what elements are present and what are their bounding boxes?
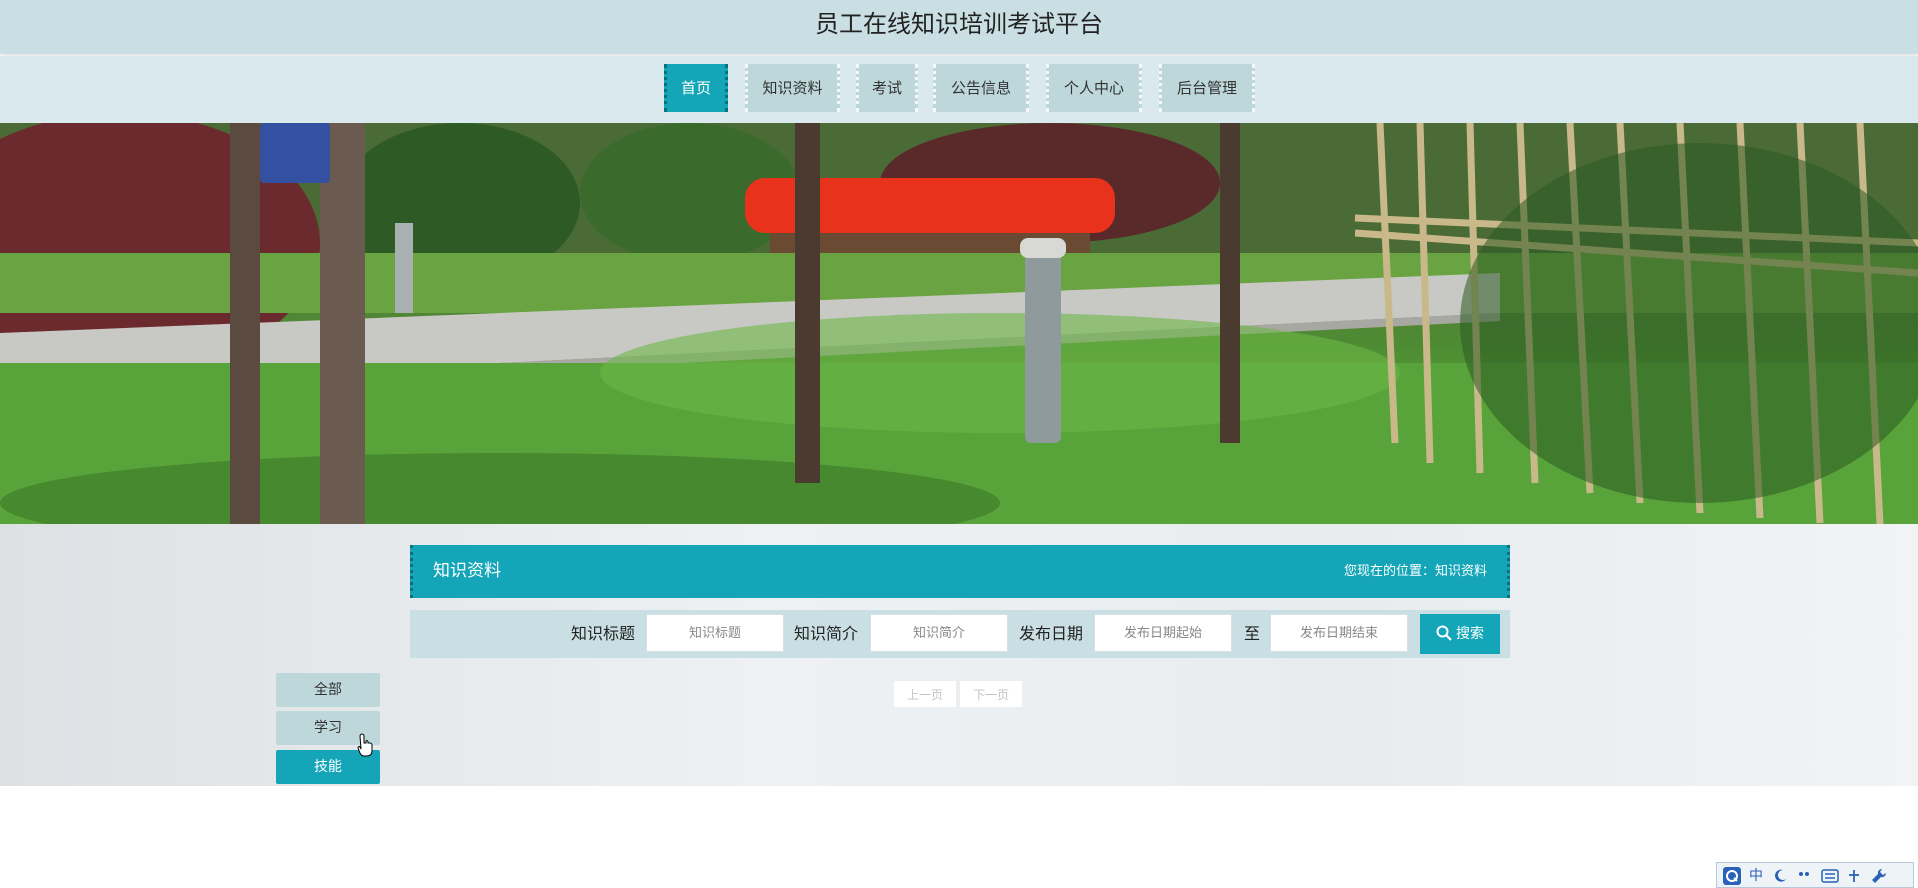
search-bar: 知识标题 知识简介 发布日期 至 搜索 (410, 610, 1510, 658)
search-button[interactable]: 搜索 (1420, 614, 1500, 654)
ime-mode-label: 中 (1749, 868, 1763, 884)
pagination: 上一页 下一页 (893, 680, 1025, 708)
title-label: 知识标题 (571, 624, 636, 643)
to-label: 至 (1244, 624, 1261, 643)
date-end-input[interactable] (1270, 614, 1408, 652)
nav-item-admin[interactable]: 后台管理 (1159, 64, 1255, 112)
intro-label: 知识简介 (794, 624, 859, 643)
section-title: 知识资料 (433, 561, 501, 581)
nav-item-knowledge[interactable]: 知识资料 (745, 64, 840, 112)
hand-cursor-icon (357, 733, 373, 757)
date-start-input[interactable] (1094, 614, 1232, 652)
moon-icon (1775, 869, 1786, 882)
section-header: 知识资料 您现在的位置：知识资料 (410, 545, 1510, 598)
next-page-button[interactable]: 下一页 (959, 680, 1023, 708)
keyboard-icon (1821, 869, 1839, 883)
park-scene-illustration (0, 123, 1918, 524)
punctuation-icon (1799, 872, 1809, 876)
intro-input[interactable] (870, 614, 1008, 652)
search-icon (1436, 625, 1452, 641)
breadcrumb-current[interactable]: 知识资料 (1435, 564, 1487, 579)
wrench-icon (1872, 868, 1887, 883)
ime-logo-icon (1723, 867, 1741, 885)
breadcrumb-prefix: 您现在的位置： (1343, 564, 1435, 579)
site-title: 员工在线知识培训考试平台 (815, 10, 1103, 38)
nav-item-profile[interactable]: 个人中心 (1046, 64, 1142, 112)
fullwidth-icon (1849, 870, 1859, 882)
ime-toolbar[interactable]: 中 (1716, 862, 1914, 888)
nav-item-notices[interactable]: 公告信息 (933, 64, 1029, 112)
search-button-label: 搜索 (1456, 626, 1484, 642)
title-input[interactable] (646, 614, 784, 652)
prev-page-button[interactable]: 上一页 (893, 680, 957, 708)
nav-item-home[interactable]: 首页 (664, 64, 728, 112)
site-header: 员工在线知识培训考试平台 (0, 0, 1918, 54)
banner-image (0, 123, 1918, 524)
main-nav: 首页 知识资料 考试 公告信息 个人中心 后台管理 (0, 56, 1918, 123)
nav-item-exam[interactable]: 考试 (856, 64, 918, 112)
category-all[interactable]: 全部 (276, 673, 380, 707)
breadcrumb: 您现在的位置：知识资料 (1344, 545, 1487, 598)
date-label: 发布日期 (1019, 624, 1084, 643)
